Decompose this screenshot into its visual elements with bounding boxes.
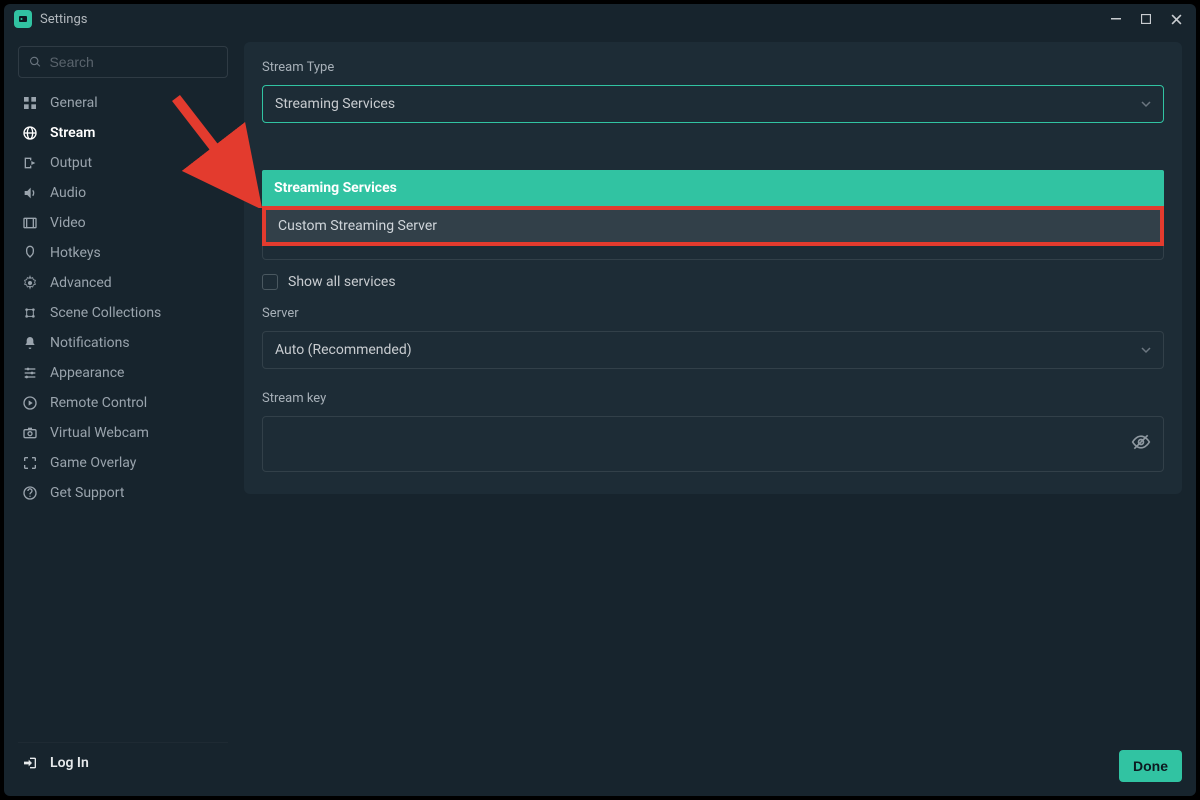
search-icon <box>29 55 41 69</box>
window-title: Settings <box>40 12 1102 27</box>
nav-label: General <box>50 95 98 111</box>
main-panel: Stream Type Streaming Services Streaming… <box>244 42 1182 782</box>
show-all-label: Show all services <box>288 274 396 290</box>
gear-icon <box>22 275 38 291</box>
keyboard-icon <box>22 245 38 261</box>
stream-key-label: Stream key <box>262 391 1164 406</box>
nav-label: Appearance <box>50 365 124 381</box>
sidebar-item-appearance[interactable]: Appearance <box>18 358 228 388</box>
sidebar-item-remote-control[interactable]: Remote Control <box>18 388 228 418</box>
server-select[interactable]: Auto (Recommended) <box>262 331 1164 369</box>
nav-label: Scene Collections <box>50 305 161 321</box>
help-icon <box>22 485 38 501</box>
camera-icon <box>22 425 38 441</box>
expand-icon <box>22 455 38 471</box>
sidebar-item-virtual-webcam[interactable]: Virtual Webcam <box>18 418 228 448</box>
speaker-icon <box>22 185 38 201</box>
stream-key-input[interactable] <box>275 436 1131 452</box>
sidebar-item-get-support[interactable]: Get Support <box>18 478 228 508</box>
login-label: Log In <box>50 755 89 771</box>
minimize-button[interactable] <box>1102 8 1130 30</box>
titlebar: Settings <box>4 4 1196 34</box>
sidebar-item-advanced[interactable]: Advanced <box>18 268 228 298</box>
app-icon <box>14 10 32 28</box>
sidebar-item-hotkeys[interactable]: Hotkeys <box>18 238 228 268</box>
maximize-button[interactable] <box>1132 8 1160 30</box>
stream-key-input-wrap <box>262 416 1164 472</box>
stream-type-select[interactable]: Streaming Services <box>262 85 1164 123</box>
sliders-icon <box>22 365 38 381</box>
dropdown-option-streaming-services[interactable]: Streaming Services <box>262 170 1164 206</box>
settings-card: Stream Type Streaming Services Streaming… <box>244 42 1182 494</box>
done-button[interactable]: Done <box>1119 750 1182 782</box>
nav-label: Get Support <box>50 485 124 501</box>
checkbox-icon <box>262 274 278 290</box>
sidebar-item-output[interactable]: Output <box>18 148 228 178</box>
dropdown-option-custom-streaming-server[interactable]: Custom Streaming Server <box>262 206 1164 246</box>
scenes-icon <box>22 305 38 321</box>
sidebar-item-audio[interactable]: Audio <box>18 178 228 208</box>
chevron-down-icon <box>1141 99 1151 109</box>
nav-label: Virtual Webcam <box>50 425 149 441</box>
settings-window: Settings <box>4 4 1196 796</box>
nav-label: Audio <box>50 185 86 201</box>
nav-label: Advanced <box>50 275 112 291</box>
sidebar-item-notifications[interactable]: Notifications <box>18 328 228 358</box>
nav-label: Hotkeys <box>50 245 101 261</box>
sidebar-item-stream[interactable]: Stream <box>18 118 228 148</box>
chevron-down-icon <box>1141 345 1151 355</box>
nav-label: Output <box>50 155 92 171</box>
login-button[interactable]: Log In <box>18 742 228 782</box>
nav-label: Remote Control <box>50 395 147 411</box>
close-button[interactable] <box>1162 8 1190 30</box>
show-all-services-checkbox[interactable]: Show all services <box>262 274 1164 290</box>
sidebar-item-video[interactable]: Video <box>18 208 228 238</box>
nav-list: General Stream Output Audio Video <box>18 88 228 508</box>
nav-label: Game Overlay <box>50 455 136 471</box>
nav-label: Video <box>50 215 86 231</box>
stream-type-dropdown: Streaming Services Custom Streaming Serv… <box>262 170 1164 246</box>
play-circle-icon <box>22 395 38 411</box>
window-controls <box>1102 8 1190 30</box>
server-label: Server <box>262 306 1164 321</box>
sidebar-item-general[interactable]: General <box>18 88 228 118</box>
film-icon <box>22 215 38 231</box>
nav-label: Notifications <box>50 335 130 351</box>
output-icon <box>22 155 38 171</box>
toggle-visibility-button[interactable] <box>1131 432 1151 456</box>
sidebar-item-game-overlay[interactable]: Game Overlay <box>18 448 228 478</box>
bell-icon <box>22 335 38 351</box>
sidebar-item-scene-collections[interactable]: Scene Collections <box>18 298 228 328</box>
footer: Done <box>244 738 1182 782</box>
eye-off-icon <box>1131 432 1151 452</box>
login-icon <box>22 755 38 771</box>
nav-label: Stream <box>50 125 95 141</box>
sidebar: General Stream Output Audio Video <box>18 42 228 782</box>
grid-icon <box>22 95 38 111</box>
globe-icon <box>22 125 38 141</box>
server-value: Auto (Recommended) <box>275 342 1141 358</box>
search-input[interactable] <box>49 54 217 70</box>
stream-type-value: Streaming Services <box>275 96 1141 112</box>
stream-type-label: Stream Type <box>262 60 1164 75</box>
search-box[interactable] <box>18 46 228 78</box>
